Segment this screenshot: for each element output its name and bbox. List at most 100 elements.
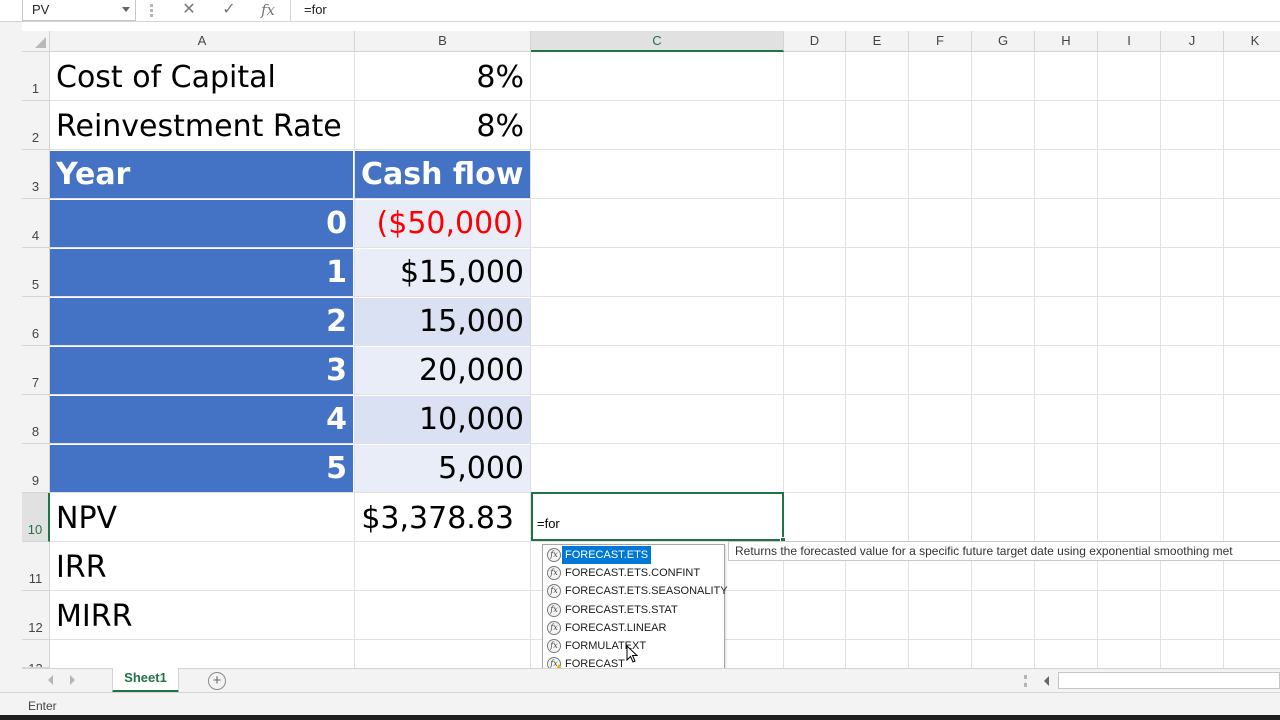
row-header-3[interactable]: 3	[22, 150, 50, 199]
autocomplete-item-label: FORECAST.ETS	[562, 546, 652, 564]
column-header-f[interactable]: F	[909, 31, 972, 52]
cell-a8[interactable]: 4	[50, 396, 353, 443]
autocomplete-item-forecast-ets[interactable]: fx FORECAST.ETS	[543, 546, 724, 564]
row-header-7[interactable]: 7	[22, 346, 50, 395]
cell-b10[interactable]: $3,378.83	[355, 494, 530, 542]
cell-b3[interactable]: Cash flow	[355, 151, 530, 198]
row-header-9[interactable]: 9	[22, 444, 50, 493]
scroll-tabs-right-icon[interactable]	[70, 675, 75, 685]
function-icon: fx	[547, 621, 561, 635]
grid-line	[908, 52, 909, 668]
column-header-a[interactable]: A	[50, 31, 355, 52]
row-header-2[interactable]: 2	[22, 101, 50, 150]
left-gutter	[0, 22, 22, 720]
cell-a7[interactable]: 3	[50, 347, 353, 394]
column-header-b[interactable]: B	[355, 31, 531, 52]
column-header-j[interactable]: J	[1161, 31, 1224, 52]
add-sheet-icon[interactable]: +	[208, 672, 226, 690]
row-header-4[interactable]: 4	[22, 199, 50, 248]
grid-line	[1160, 52, 1161, 668]
cell-b7[interactable]: 20,000	[355, 347, 530, 394]
cell-b8[interactable]: 10,000	[355, 396, 530, 443]
grid-line	[50, 394, 1280, 395]
column-header-g[interactable]: G	[972, 31, 1035, 52]
cell-a6[interactable]: 2	[50, 298, 353, 345]
horizontal-scrollbar[interactable]	[1058, 672, 1280, 689]
row-header-6[interactable]: 6	[22, 297, 50, 346]
grid-line	[530, 52, 531, 668]
function-icon: fx	[547, 548, 561, 562]
chevron-down-icon[interactable]	[122, 7, 130, 12]
autocomplete-item-forecast-linear[interactable]: fx FORECAST.LINEAR	[543, 619, 724, 637]
row-header-1[interactable]: 1	[22, 52, 50, 101]
cell-b9[interactable]: 5,000	[355, 445, 530, 492]
cell-a1[interactable]: Cost of Capital	[50, 53, 354, 101]
cell-b6[interactable]: 15,000	[355, 298, 530, 345]
window-bottom-edge	[0, 715, 1280, 720]
grid-line	[50, 198, 1280, 199]
column-header-d[interactable]: D	[784, 31, 846, 52]
formula-bar-resize-handle[interactable]	[150, 4, 153, 17]
formula-input[interactable]: =for	[304, 0, 327, 21]
function-tooltip: Returns the forecasted value for a speci…	[728, 541, 1280, 561]
cell-a10[interactable]: NPV	[50, 494, 354, 542]
cell-a3[interactable]: Year	[50, 151, 353, 198]
cell-a11[interactable]: IRR	[50, 543, 354, 591]
row-header-12[interactable]: 12	[22, 591, 50, 640]
scroll-left-icon[interactable]	[1044, 676, 1049, 686]
column-header-c[interactable]: C	[531, 31, 784, 52]
sheet-tab-bar: Sheet1 +	[22, 668, 1280, 693]
grid-line	[1223, 52, 1224, 668]
grid-line	[50, 247, 1280, 248]
grid-line	[50, 296, 1280, 297]
cell-b2[interactable]: 8%	[355, 102, 530, 150]
mouse-pointer-icon	[626, 645, 638, 663]
cell-b4[interactable]: ($50,000)	[355, 200, 530, 247]
autocomplete-item-label: FORECAST.ETS.STAT	[565, 604, 678, 616]
autocomplete-item-forecast-ets-seasonality[interactable]: fx FORECAST.ETS.SEASONALITY	[543, 582, 728, 600]
enter-icon[interactable]: ✓	[218, 0, 240, 21]
formula-bar: PV ✕ ✓ fx =for	[0, 0, 1280, 22]
grid-line	[971, 52, 972, 668]
cancel-icon[interactable]: ✕	[178, 0, 200, 21]
tab-split-handle[interactable]	[1024, 675, 1027, 687]
insert-function-icon[interactable]: fx	[257, 0, 279, 21]
status-mode: Enter	[28, 699, 57, 713]
row-header-11[interactable]: 11	[22, 542, 50, 591]
column-header-e[interactable]: E	[846, 31, 909, 52]
cell-a9[interactable]: 5	[50, 445, 353, 492]
formula-bar-divider	[290, 0, 291, 21]
cell-a5[interactable]: 1	[50, 249, 353, 296]
autocomplete-item-forecast-ets-confint[interactable]: fx FORECAST.ETS.CONFINT	[543, 564, 724, 582]
autocomplete-item-label: FORECAST.ETS.CONFINT	[565, 567, 701, 579]
grid-line	[783, 52, 784, 668]
grid-line	[845, 52, 846, 668]
cell-a4[interactable]: 0	[50, 200, 353, 247]
function-icon: fx	[547, 603, 561, 617]
autocomplete-item-label: FORECAST.ETS.SEASONALITY	[565, 585, 728, 597]
name-box-value: PV	[32, 2, 50, 17]
name-box[interactable]: PV	[22, 0, 136, 21]
cell-b1[interactable]: 8%	[355, 53, 530, 101]
cell-c10-editor[interactable]: =for	[531, 492, 784, 541]
excel-window: PV ✕ ✓ fx =for A B C D E F G H I J K 1 2…	[0, 0, 1280, 720]
scroll-tabs-left-icon[interactable]	[48, 675, 53, 685]
column-header-h[interactable]: H	[1035, 31, 1098, 52]
row-header-8[interactable]: 8	[22, 395, 50, 444]
autocomplete-item-forecast-ets-stat[interactable]: fx FORECAST.ETS.STAT	[543, 601, 724, 619]
grid-line	[50, 443, 1280, 444]
select-all-button[interactable]	[22, 31, 50, 52]
column-header-k[interactable]: K	[1224, 31, 1280, 52]
cell-c10-value: =for	[537, 516, 560, 531]
row-header-5[interactable]: 5	[22, 248, 50, 297]
column-header-i[interactable]: I	[1098, 31, 1161, 52]
function-icon: fx	[547, 584, 561, 598]
function-icon: fx	[547, 566, 561, 580]
row-header-13-label: 13	[28, 661, 42, 667]
cell-a2[interactable]: Reinvestment Rate	[50, 102, 354, 150]
row-header-10[interactable]: 10	[22, 493, 50, 542]
cell-a12[interactable]: MIRR	[50, 592, 354, 640]
sheet-tab-sheet1[interactable]: Sheet1	[112, 668, 179, 693]
row-header-13[interactable]: 13	[22, 640, 50, 668]
cell-b5[interactable]: $15,000	[355, 249, 530, 296]
